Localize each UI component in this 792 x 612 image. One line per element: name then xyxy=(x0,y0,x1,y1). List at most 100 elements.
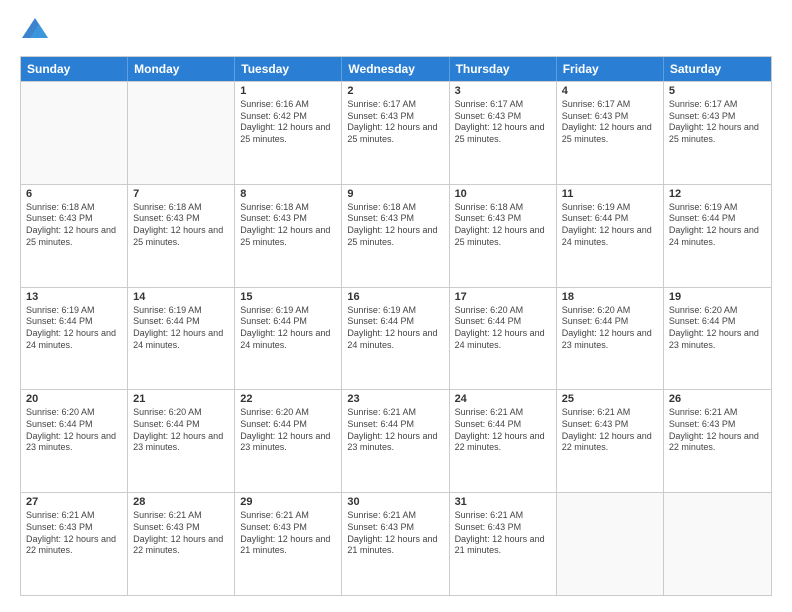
logo xyxy=(20,16,54,46)
day-number: 31 xyxy=(455,496,551,508)
calendar-cell: 1 Sunrise: 6:16 AM Sunset: 6:42 PM Daylig… xyxy=(235,82,342,184)
day-info: Sunrise: 6:17 AM Sunset: 6:43 PM Dayligh… xyxy=(562,99,658,146)
day-number: 4 xyxy=(562,85,658,97)
calendar-cell: 14 Sunrise: 6:19 AM Sunset: 6:44 PM Dayli… xyxy=(128,288,235,390)
header-day-wednesday: Wednesday xyxy=(342,57,449,81)
day-number: 6 xyxy=(26,188,122,200)
calendar-row-5: 27 Sunrise: 6:21 AM Sunset: 6:43 PM Dayli… xyxy=(21,492,771,595)
day-info: Sunrise: 6:19 AM Sunset: 6:44 PM Dayligh… xyxy=(26,305,122,352)
calendar-cell xyxy=(557,493,664,595)
day-number: 14 xyxy=(133,291,229,303)
calendar-cell: 17 Sunrise: 6:20 AM Sunset: 6:44 PM Dayli… xyxy=(450,288,557,390)
day-info: Sunrise: 6:19 AM Sunset: 6:44 PM Dayligh… xyxy=(133,305,229,352)
header-day-sunday: Sunday xyxy=(21,57,128,81)
day-info: Sunrise: 6:17 AM Sunset: 6:43 PM Dayligh… xyxy=(669,99,766,146)
day-number: 25 xyxy=(562,393,658,405)
header-day-saturday: Saturday xyxy=(664,57,771,81)
day-number: 22 xyxy=(240,393,336,405)
calendar-cell: 25 Sunrise: 6:21 AM Sunset: 6:43 PM Dayli… xyxy=(557,390,664,492)
day-info: Sunrise: 6:17 AM Sunset: 6:43 PM Dayligh… xyxy=(455,99,551,146)
day-number: 7 xyxy=(133,188,229,200)
day-info: Sunrise: 6:21 AM Sunset: 6:43 PM Dayligh… xyxy=(347,510,443,557)
day-info: Sunrise: 6:18 AM Sunset: 6:43 PM Dayligh… xyxy=(455,202,551,249)
calendar-cell: 22 Sunrise: 6:20 AM Sunset: 6:44 PM Dayli… xyxy=(235,390,342,492)
calendar-cell: 21 Sunrise: 6:20 AM Sunset: 6:44 PM Dayli… xyxy=(128,390,235,492)
header-day-thursday: Thursday xyxy=(450,57,557,81)
day-number: 1 xyxy=(240,85,336,97)
day-info: Sunrise: 6:19 AM Sunset: 6:44 PM Dayligh… xyxy=(562,202,658,249)
day-number: 23 xyxy=(347,393,443,405)
day-number: 28 xyxy=(133,496,229,508)
day-number: 2 xyxy=(347,85,443,97)
day-info: Sunrise: 6:18 AM Sunset: 6:43 PM Dayligh… xyxy=(240,202,336,249)
day-number: 5 xyxy=(669,85,766,97)
day-number: 10 xyxy=(455,188,551,200)
day-number: 16 xyxy=(347,291,443,303)
day-number: 18 xyxy=(562,291,658,303)
day-info: Sunrise: 6:21 AM Sunset: 6:44 PM Dayligh… xyxy=(347,407,443,454)
day-number: 26 xyxy=(669,393,766,405)
calendar-cell: 29Sunrise: 6:21 AM Sunset: 6:43 PM Dayli… xyxy=(235,493,342,595)
calendar-cell: 19 Sunrise: 6:20 AM Sunset: 6:44 PM Dayli… xyxy=(664,288,771,390)
calendar-row-4: 20 Sunrise: 6:20 AM Sunset: 6:44 PM Dayli… xyxy=(21,389,771,492)
calendar-cell: 8 Sunrise: 6:18 AM Sunset: 6:43 PM Daylig… xyxy=(235,185,342,287)
day-number: 29 xyxy=(240,496,336,508)
calendar-cell xyxy=(21,82,128,184)
calendar-cell: 3 Sunrise: 6:17 AM Sunset: 6:43 PM Daylig… xyxy=(450,82,557,184)
calendar-cell: 10 Sunrise: 6:18 AM Sunset: 6:43 PM Dayli… xyxy=(450,185,557,287)
calendar-cell: 9 Sunrise: 6:18 AM Sunset: 6:43 PM Daylig… xyxy=(342,185,449,287)
day-number: 17 xyxy=(455,291,551,303)
day-number: 21 xyxy=(133,393,229,405)
day-number: 24 xyxy=(455,393,551,405)
day-info: Sunrise: 6:20 AM Sunset: 6:44 PM Dayligh… xyxy=(562,305,658,352)
calendar-cell xyxy=(664,493,771,595)
day-number: 27 xyxy=(26,496,122,508)
day-number: 9 xyxy=(347,188,443,200)
calendar-cell: 15 Sunrise: 6:19 AM Sunset: 6:44 PM Dayli… xyxy=(235,288,342,390)
calendar-cell: 27 Sunrise: 6:21 AM Sunset: 6:43 PM Dayli… xyxy=(21,493,128,595)
day-info: Sunrise: 6:17 AM Sunset: 6:43 PM Dayligh… xyxy=(347,99,443,146)
calendar-cell: 18 Sunrise: 6:20 AM Sunset: 6:44 PM Dayli… xyxy=(557,288,664,390)
day-info: Sunrise: 6:20 AM Sunset: 6:44 PM Dayligh… xyxy=(133,407,229,454)
calendar-cell: 13Sunrise: 6:19 AM Sunset: 6:44 PM Dayli… xyxy=(21,288,128,390)
day-info: Sunrise: 6:20 AM Sunset: 6:44 PM Dayligh… xyxy=(26,407,122,454)
calendar-cell: 2 Sunrise: 6:17 AM Sunset: 6:43 PM Daylig… xyxy=(342,82,449,184)
calendar-cell: 4 Sunrise: 6:17 AM Sunset: 6:43 PM Daylig… xyxy=(557,82,664,184)
calendar-cell: 24 Sunrise: 6:21 AM Sunset: 6:44 PM Dayli… xyxy=(450,390,557,492)
day-number: 8 xyxy=(240,188,336,200)
calendar-cell: 30 Sunrise: 6:21 AM Sunset: 6:43 PM Dayli… xyxy=(342,493,449,595)
day-info: Sunrise: 6:21 AM Sunset: 6:44 PM Dayligh… xyxy=(455,407,551,454)
day-number: 12 xyxy=(669,188,766,200)
day-info: Sunrise: 6:20 AM Sunset: 6:44 PM Dayligh… xyxy=(240,407,336,454)
day-info: Sunrise: 6:19 AM Sunset: 6:44 PM Dayligh… xyxy=(669,202,766,249)
day-info: Sunrise: 6:19 AM Sunset: 6:44 PM Dayligh… xyxy=(347,305,443,352)
calendar-cell: 12 Sunrise: 6:19 AM Sunset: 6:44 PM Dayli… xyxy=(664,185,771,287)
day-info: Sunrise: 6:21 AM Sunset: 6:43 PM Dayligh… xyxy=(133,510,229,557)
logo-icon xyxy=(20,16,50,46)
header-day-monday: Monday xyxy=(128,57,235,81)
calendar-cell: 11 Sunrise: 6:19 AM Sunset: 6:44 PM Dayli… xyxy=(557,185,664,287)
day-info: Sunrise: 6:20 AM Sunset: 6:44 PM Dayligh… xyxy=(669,305,766,352)
day-info: Sunrise: 6:21 AM Sunset: 6:43 PM Dayligh… xyxy=(562,407,658,454)
day-number: 19 xyxy=(669,291,766,303)
calendar-cell: 31Sunrise: 6:21 AM Sunset: 6:43 PM Dayli… xyxy=(450,493,557,595)
calendar-row-3: 13Sunrise: 6:19 AM Sunset: 6:44 PM Dayli… xyxy=(21,287,771,390)
calendar-row-2: 6 Sunrise: 6:18 AM Sunset: 6:43 PM Daylig… xyxy=(21,184,771,287)
day-info: Sunrise: 6:18 AM Sunset: 6:43 PM Dayligh… xyxy=(26,202,122,249)
day-info: Sunrise: 6:20 AM Sunset: 6:44 PM Dayligh… xyxy=(455,305,551,352)
day-number: 30 xyxy=(347,496,443,508)
day-info: Sunrise: 6:18 AM Sunset: 6:43 PM Dayligh… xyxy=(133,202,229,249)
day-info: Sunrise: 6:21 AM Sunset: 6:43 PM Dayligh… xyxy=(26,510,122,557)
calendar-row-1: 1 Sunrise: 6:16 AM Sunset: 6:42 PM Daylig… xyxy=(21,81,771,184)
day-number: 3 xyxy=(455,85,551,97)
calendar: SundayMondayTuesdayWednesdayThursdayFrid… xyxy=(20,56,772,596)
day-info: Sunrise: 6:19 AM Sunset: 6:44 PM Dayligh… xyxy=(240,305,336,352)
day-info: Sunrise: 6:18 AM Sunset: 6:43 PM Dayligh… xyxy=(347,202,443,249)
calendar-header: SundayMondayTuesdayWednesdayThursdayFrid… xyxy=(21,57,771,81)
header-day-friday: Friday xyxy=(557,57,664,81)
day-number: 20 xyxy=(26,393,122,405)
day-number: 11 xyxy=(562,188,658,200)
day-number: 15 xyxy=(240,291,336,303)
calendar-cell: 28 Sunrise: 6:21 AM Sunset: 6:43 PM Dayli… xyxy=(128,493,235,595)
day-info: Sunrise: 6:16 AM Sunset: 6:42 PM Dayligh… xyxy=(240,99,336,146)
